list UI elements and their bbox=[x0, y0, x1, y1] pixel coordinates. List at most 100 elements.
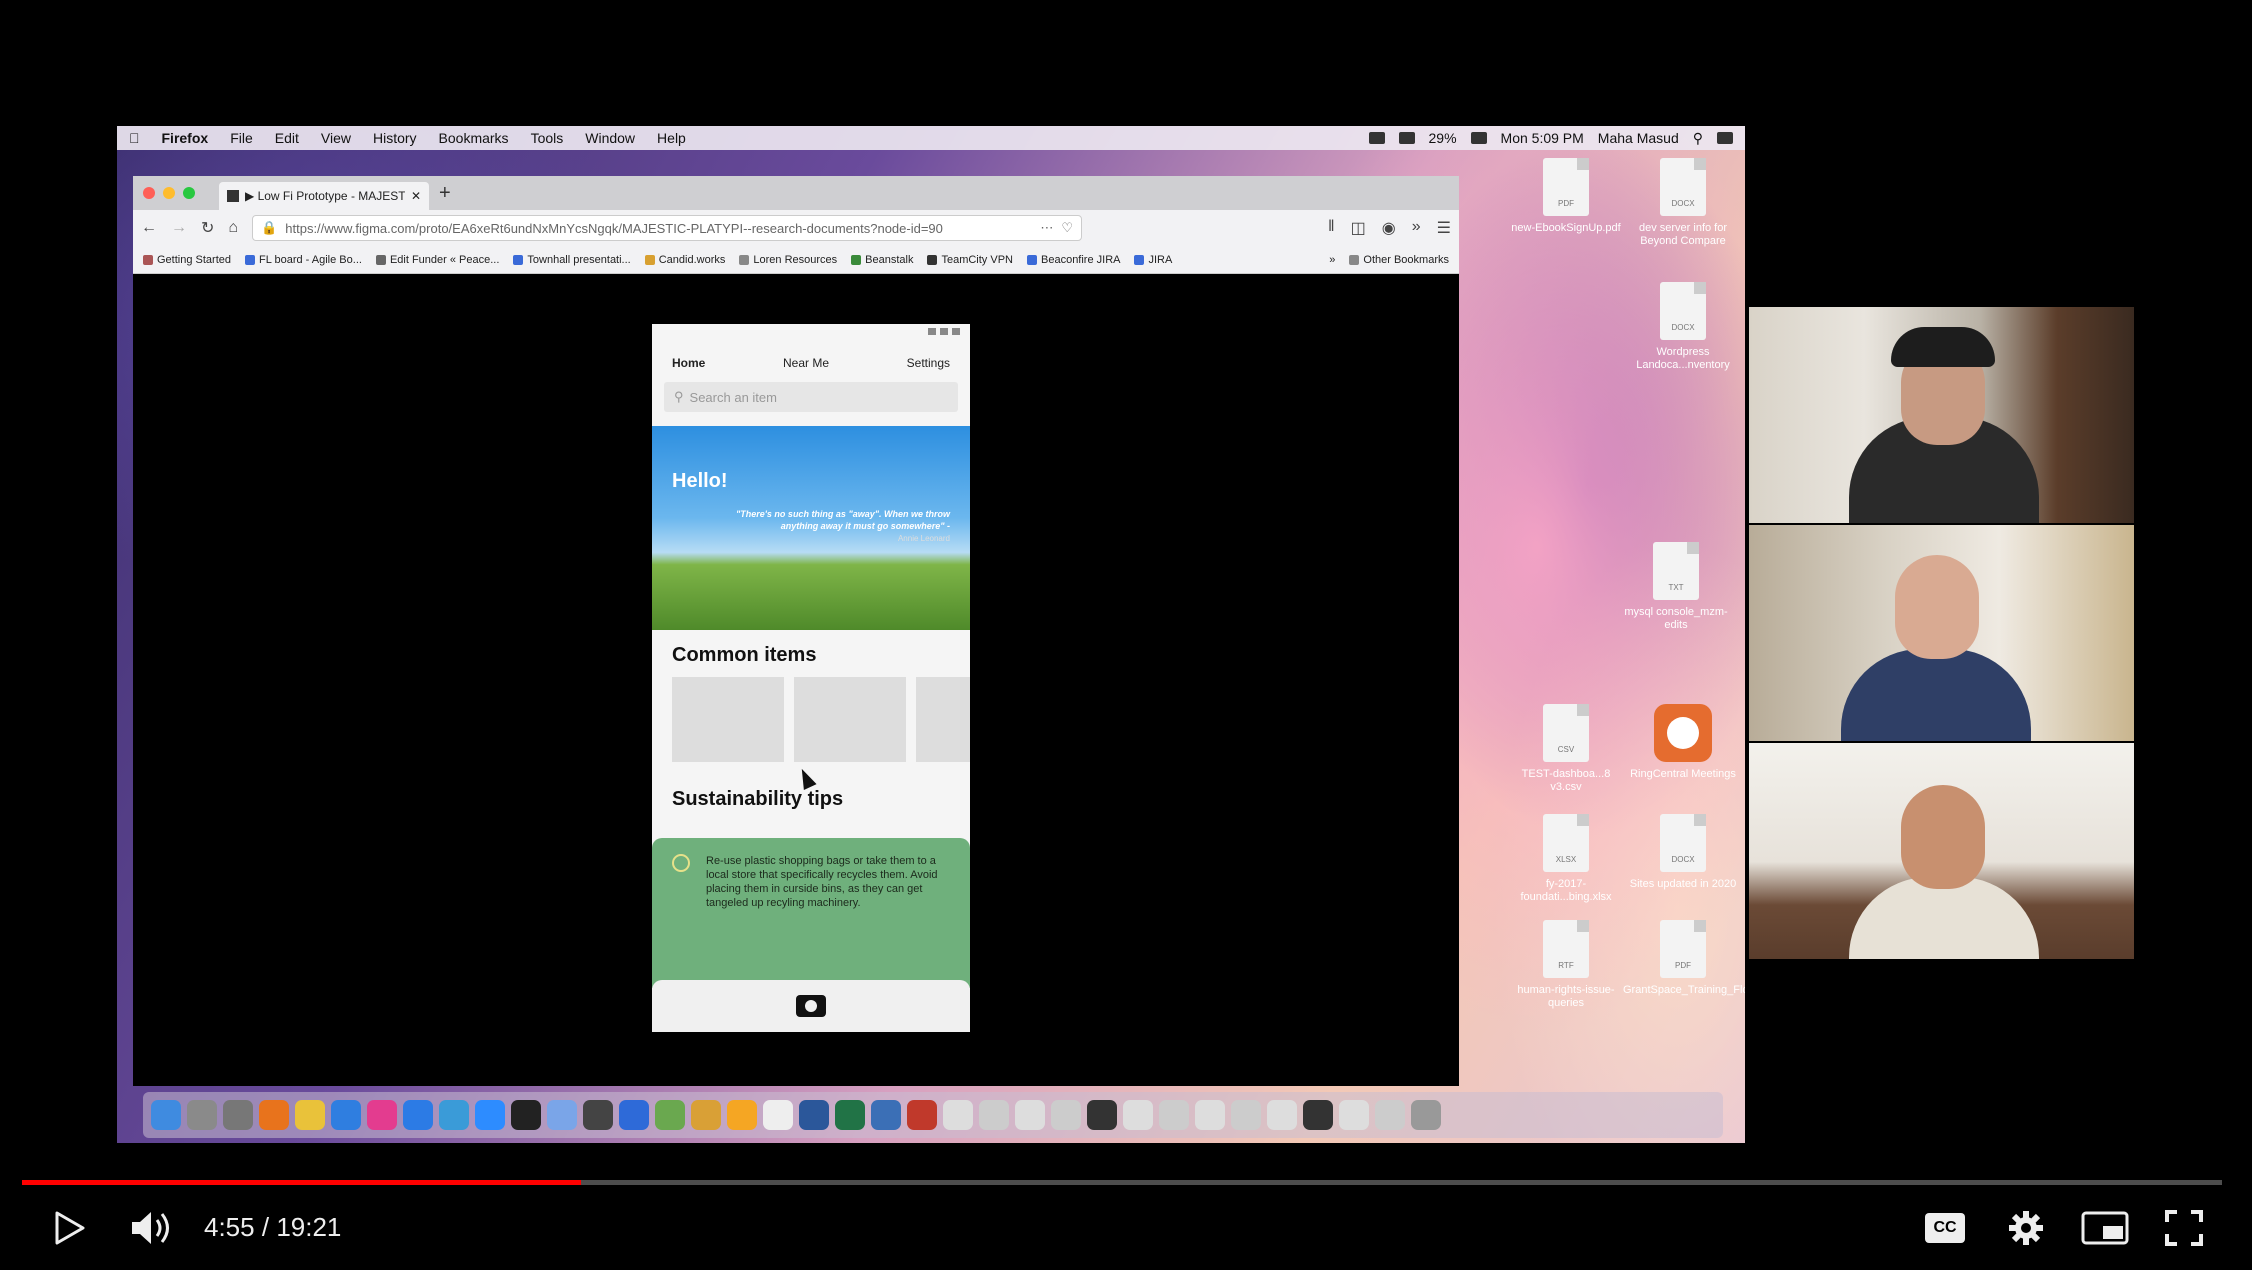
item-search-input[interactable]: ⚲ Search an item bbox=[664, 382, 958, 412]
document-icon[interactable] bbox=[1339, 1100, 1369, 1130]
play-button[interactable] bbox=[50, 1208, 90, 1248]
sidebar-icon[interactable]: ◫ bbox=[1351, 218, 1366, 238]
app-icon[interactable] bbox=[691, 1100, 721, 1130]
desktop-file[interactable]: PDF GrantSpace_Training_Flow_v6.pdf bbox=[1623, 920, 1745, 997]
menu-bookmarks[interactable]: Bookmarks bbox=[439, 130, 509, 146]
zoom-window-button[interactable] bbox=[183, 187, 195, 199]
desktop-file[interactable]: XLSX fy-2017-foundati...bing.xlsx bbox=[1506, 814, 1626, 904]
bookmark-item[interactable]: Candid.works bbox=[644, 254, 725, 266]
launchpad-icon[interactable] bbox=[187, 1100, 217, 1130]
slack-icon[interactable] bbox=[367, 1100, 397, 1130]
firefox-icon[interactable] bbox=[259, 1100, 289, 1130]
nav-home[interactable]: Home bbox=[672, 356, 705, 370]
library-icon[interactable]: ‖ bbox=[1328, 218, 1335, 238]
bookmark-item[interactable]: Beaconfire JIRA bbox=[1027, 254, 1120, 266]
filezilla-icon[interactable] bbox=[907, 1100, 937, 1130]
minimize-window-button[interactable] bbox=[163, 187, 175, 199]
document-icon[interactable] bbox=[1267, 1100, 1297, 1130]
notes-icon[interactable] bbox=[763, 1100, 793, 1130]
nav-settings[interactable]: Settings bbox=[907, 356, 950, 370]
pocket-icon[interactable]: ♡ bbox=[1061, 220, 1073, 236]
bookmark-item[interactable]: TeamCity VPN bbox=[927, 254, 1013, 266]
document-icon[interactable] bbox=[1051, 1100, 1081, 1130]
menu-clock[interactable]: Mon 5:09 PM bbox=[1501, 130, 1584, 146]
close-tab-icon[interactable]: ✕ bbox=[411, 189, 421, 203]
zoom-icon[interactable] bbox=[475, 1100, 505, 1130]
menu-app-name[interactable]: Firefox bbox=[162, 130, 209, 146]
terminal-icon[interactable] bbox=[511, 1100, 541, 1130]
bookmark-item[interactable]: Loren Resources bbox=[739, 254, 837, 266]
status-icon[interactable] bbox=[1368, 132, 1385, 144]
progress-bar[interactable] bbox=[22, 1180, 2222, 1185]
wifi-icon[interactable] bbox=[1398, 132, 1415, 144]
feather-app-icon[interactable] bbox=[547, 1100, 577, 1130]
app-icon[interactable] bbox=[655, 1100, 685, 1130]
desktop-file[interactable]: TXT mysql console_mzm-edits bbox=[1616, 542, 1736, 632]
outlook-icon[interactable] bbox=[403, 1100, 433, 1130]
tip-card[interactable]: Re-use plastic shopping bags or take the… bbox=[652, 838, 970, 988]
bookmarks-overflow-icon[interactable]: » bbox=[1329, 254, 1335, 266]
captions-button[interactable]: CC bbox=[1922, 1210, 1968, 1246]
bookmark-item[interactable]: FL board - Agile Bo... bbox=[245, 254, 362, 266]
overflow-icon[interactable]: » bbox=[1412, 218, 1421, 238]
word-icon[interactable] bbox=[799, 1100, 829, 1130]
apple-icon[interactable]:  bbox=[129, 130, 140, 146]
document-icon[interactable] bbox=[979, 1100, 1009, 1130]
desktop-file[interactable]: PDF new-EbookSignUp.pdf bbox=[1506, 158, 1626, 235]
document-icon[interactable] bbox=[943, 1100, 973, 1130]
new-tab-icon[interactable]: + bbox=[439, 182, 451, 205]
bookmark-item[interactable]: Townhall presentati... bbox=[513, 254, 631, 266]
menu-history[interactable]: History bbox=[373, 130, 417, 146]
menu-tools[interactable]: Tools bbox=[531, 130, 564, 146]
desktop-app-ringcentral[interactable]: RingCentral Meetings bbox=[1623, 704, 1743, 781]
bookmark-item[interactable]: JIRA bbox=[1134, 254, 1172, 266]
volume-button[interactable] bbox=[128, 1206, 176, 1250]
trash-icon[interactable] bbox=[1411, 1100, 1441, 1130]
bookmark-item[interactable]: Beanstalk bbox=[851, 254, 913, 266]
hamburger-menu-icon[interactable]: ☰ bbox=[1437, 218, 1451, 238]
battery-icon[interactable] bbox=[1470, 132, 1487, 144]
browser-tab[interactable]: ▶ Low Fi Prototype - MAJEST ✕ bbox=[219, 182, 429, 210]
nav-near-me[interactable]: Near Me bbox=[783, 356, 829, 370]
finder-icon[interactable] bbox=[151, 1100, 181, 1130]
document-icon[interactable] bbox=[1159, 1100, 1189, 1130]
participant-video-2[interactable] bbox=[1749, 525, 2134, 741]
settings-button[interactable] bbox=[2004, 1206, 2048, 1250]
bookmark-item[interactable]: Edit Funder « Peace... bbox=[375, 254, 499, 266]
menu-view[interactable]: View bbox=[321, 130, 351, 146]
reload-icon[interactable]: ↻ bbox=[201, 218, 214, 238]
participant-video-3[interactable] bbox=[1749, 743, 2134, 959]
home-icon[interactable]: ⌂ bbox=[228, 219, 238, 237]
desktop-file[interactable]: DOCX dev server info for Beyond Compare bbox=[1623, 158, 1743, 248]
desktop-file[interactable]: RTF human-rights-issue-queries bbox=[1506, 920, 1626, 1010]
back-icon[interactable]: ← bbox=[141, 219, 157, 237]
chrome-icon[interactable] bbox=[295, 1100, 325, 1130]
bookmark-item[interactable]: Getting Started bbox=[143, 254, 231, 266]
excel-icon[interactable] bbox=[835, 1100, 865, 1130]
spotlight-icon[interactable]: ⚲ bbox=[1693, 130, 1703, 147]
menu-file[interactable]: File bbox=[230, 130, 253, 146]
document-icon[interactable] bbox=[1195, 1100, 1225, 1130]
document-icon[interactable] bbox=[1231, 1100, 1261, 1130]
system-preferences-icon[interactable] bbox=[223, 1100, 253, 1130]
app-icon[interactable] bbox=[871, 1100, 901, 1130]
skype-icon[interactable] bbox=[619, 1100, 649, 1130]
menu-help[interactable]: Help bbox=[657, 130, 686, 146]
maps-icon[interactable] bbox=[439, 1100, 469, 1130]
document-icon[interactable] bbox=[1303, 1100, 1333, 1130]
menu-window[interactable]: Window bbox=[585, 130, 635, 146]
item-card[interactable] bbox=[916, 677, 970, 762]
document-icon[interactable] bbox=[1015, 1100, 1045, 1130]
fullscreen-button[interactable] bbox=[2162, 1208, 2206, 1248]
other-bookmarks[interactable]: Other Bookmarks bbox=[1349, 254, 1449, 266]
document-icon[interactable] bbox=[1375, 1100, 1405, 1130]
desktop-file[interactable]: CSV TEST-dashboa...8 v3.csv bbox=[1506, 704, 1626, 794]
page-actions-icon[interactable]: ⋯ bbox=[1040, 220, 1053, 236]
app-icon[interactable] bbox=[583, 1100, 613, 1130]
participant-video-1[interactable] bbox=[1749, 307, 2134, 523]
item-card[interactable] bbox=[794, 677, 906, 762]
desktop-file[interactable]: DOCX Wordpress Landoca...nventory bbox=[1623, 282, 1743, 372]
account-icon[interactable]: ◉ bbox=[1382, 218, 1396, 238]
sublime-icon[interactable] bbox=[727, 1100, 757, 1130]
url-bar[interactable]: 🔒 https://www.figma.com/proto/EA6xeRt6un… bbox=[252, 215, 1083, 241]
